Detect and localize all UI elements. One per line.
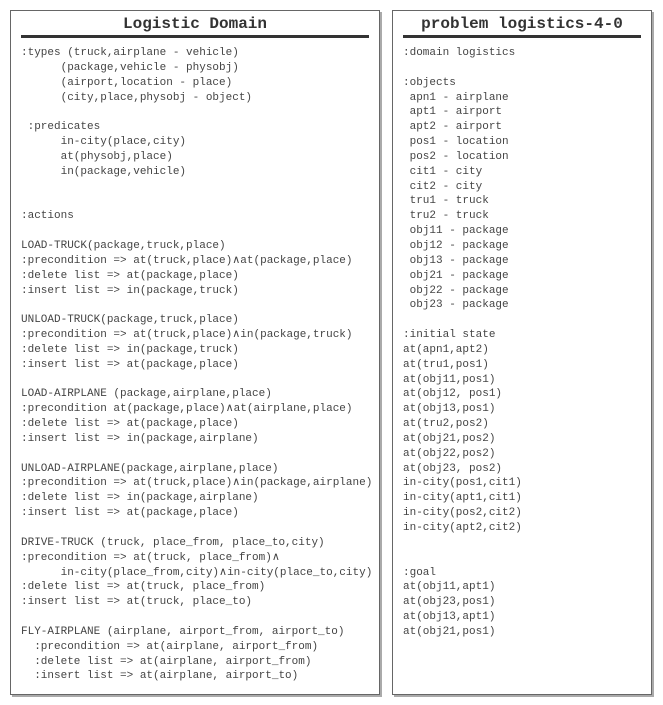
problem-panel-title: problem logistics-4-0 (403, 11, 641, 38)
domain-panel-title: Logistic Domain (21, 11, 369, 38)
domain-panel-body: :types (truck,airplane - vehicle) (packa… (21, 46, 369, 684)
domain-panel: Logistic Domain :types (truck,airplane -… (10, 10, 380, 695)
panels-row: Logistic Domain :types (truck,airplane -… (10, 10, 653, 695)
problem-panel: problem logistics-4-0 :domain logistics … (392, 10, 652, 695)
problem-panel-body: :domain logistics :objects apn1 - airpla… (403, 46, 641, 640)
